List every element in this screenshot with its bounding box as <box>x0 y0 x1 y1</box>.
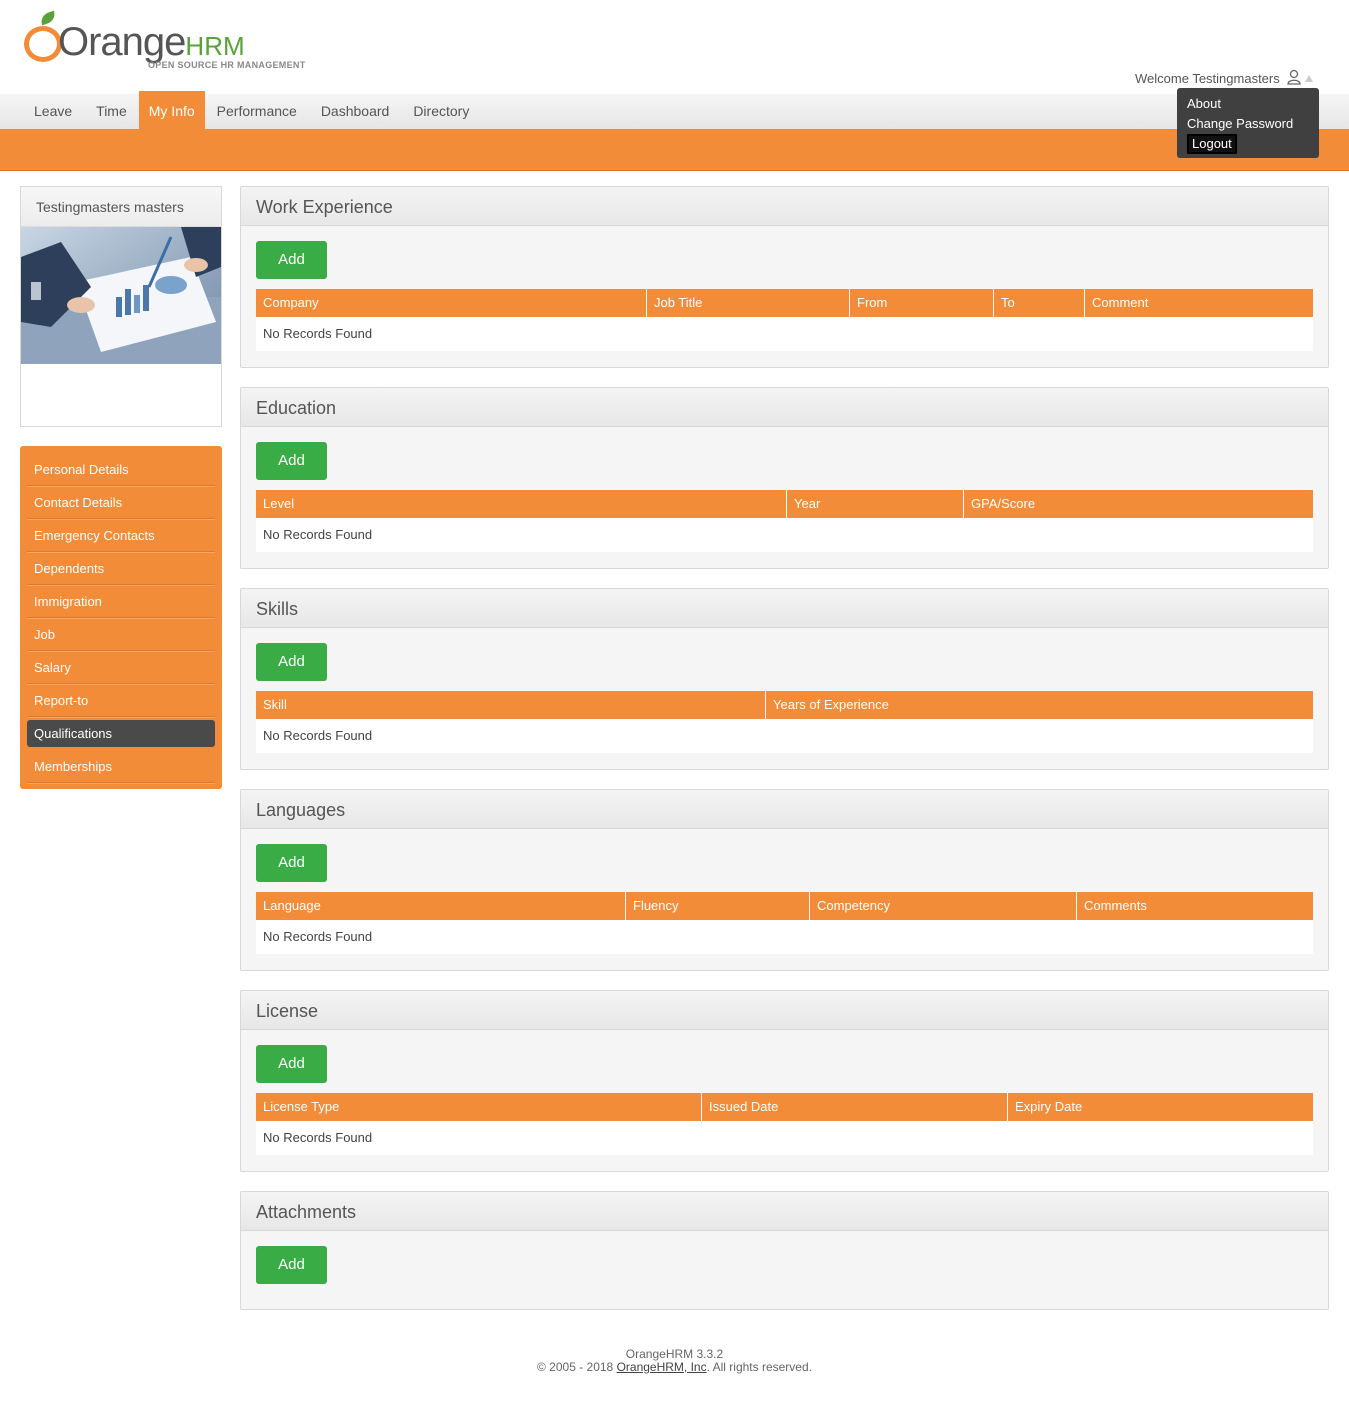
column-header[interactable]: Skill <box>256 691 766 719</box>
user-dropdown-menu: About Change Password Logout <box>1177 88 1319 158</box>
sidenav-contact-details[interactable]: Contact Details <box>27 486 215 519</box>
languages-table: Language Fluency Competency Comments No … <box>256 892 1313 954</box>
leaf-icon <box>38 10 58 26</box>
section-title: Education <box>241 388 1328 427</box>
empty-row: No Records Found <box>256 518 1313 552</box>
skills-section: Skills Add Skill Years of Experience No … <box>240 588 1329 770</box>
empty-row: No Records Found <box>256 719 1313 753</box>
languages-section: Languages Add Language Fluency Competenc… <box>240 789 1329 971</box>
column-header[interactable]: Level <box>256 490 787 518</box>
column-header[interactable]: Comments <box>1077 892 1313 920</box>
employee-name: Testingmasters masters <box>21 187 221 227</box>
work-experience-section: Work Experience Add Company Job Title Fr… <box>240 186 1329 368</box>
orange-logo-icon <box>24 26 62 62</box>
welcome-link[interactable]: Welcome Testingmasters <box>1135 71 1280 86</box>
column-header[interactable]: Expiry Date <box>1008 1093 1313 1121</box>
menu-sub-band <box>0 129 1349 171</box>
add-work-experience-button[interactable]: Add <box>256 241 327 279</box>
section-title: Skills <box>241 589 1328 628</box>
license-section: License Add License Type Issued Date Exp… <box>240 990 1329 1172</box>
section-title: Attachments <box>241 1192 1328 1231</box>
column-header[interactable]: GPA/Score <box>964 490 1313 518</box>
sidenav-job[interactable]: Job <box>27 618 215 651</box>
footer-copyright: © 2005 - 2018 <box>537 1360 617 1374</box>
skills-table: Skill Years of Experience No Records Fou… <box>256 691 1313 753</box>
add-language-button[interactable]: Add <box>256 844 327 882</box>
logo-main-text: Orange <box>58 20 186 64</box>
sidenav-salary[interactable]: Salary <box>27 651 215 684</box>
column-header[interactable]: Year <box>787 490 964 518</box>
education-section: Education Add Level Year GPA/Score No Re… <box>240 387 1329 569</box>
main-menu: Leave Time My Info Performance Dashboard… <box>0 91 1349 129</box>
table-header: Level Year GPA/Score <box>256 490 1313 518</box>
license-table: License Type Issued Date Expiry Date No … <box>256 1093 1313 1155</box>
about-link[interactable]: About <box>1187 94 1309 114</box>
column-header[interactable]: From <box>850 289 994 317</box>
menu-directory[interactable]: Directory <box>401 94 481 129</box>
logo-hrm-text: HRM <box>185 31 245 61</box>
table-header: Language Fluency Competency Comments <box>256 892 1313 920</box>
column-header[interactable]: Comment <box>1085 289 1313 317</box>
column-header[interactable]: Issued Date <box>702 1093 1008 1121</box>
add-license-button[interactable]: Add <box>256 1045 327 1083</box>
sidenav-memberships[interactable]: Memberships <box>27 750 215 783</box>
sidenav-personal-details[interactable]: Personal Details <box>27 453 215 486</box>
orangehrm-logo: OrangeHRM OPEN SOURCE HR MANAGEMENT <box>24 10 314 72</box>
column-header[interactable]: Years of Experience <box>766 691 1313 719</box>
work-experience-table: Company Job Title From To Comment No Rec… <box>256 289 1313 351</box>
section-title: License <box>241 991 1328 1030</box>
logout-link[interactable]: Logout <box>1187 134 1237 154</box>
business-photo-image <box>21 227 221 364</box>
change-password-link[interactable]: Change Password <box>1187 114 1309 134</box>
column-header[interactable]: Competency <box>810 892 1077 920</box>
empty-row: No Records Found <box>256 317 1313 351</box>
column-header[interactable]: Language <box>256 892 626 920</box>
column-header[interactable]: Job Title <box>647 289 850 317</box>
add-skill-button[interactable]: Add <box>256 643 327 681</box>
menu-time[interactable]: Time <box>84 94 139 129</box>
column-header[interactable]: Company <box>256 289 647 317</box>
footer-company-link[interactable]: OrangeHRM, Inc <box>617 1360 707 1374</box>
attachments-section: Attachments Add <box>240 1191 1329 1310</box>
add-education-button[interactable]: Add <box>256 442 327 480</box>
footer-rights: . All rights reserved. <box>706 1360 812 1374</box>
caret-up-icon <box>1305 75 1313 82</box>
profile-card: Testingmasters masters <box>20 186 222 427</box>
menu-dashboard[interactable]: Dashboard <box>309 94 402 129</box>
profile-photo[interactable] <box>21 227 221 364</box>
table-header: License Type Issued Date Expiry Date <box>256 1093 1313 1121</box>
menu-leave[interactable]: Leave <box>22 94 84 129</box>
table-header: Skill Years of Experience <box>256 691 1313 719</box>
sidenav-qualifications[interactable]: Qualifications <box>27 720 215 747</box>
table-header: Company Job Title From To Comment <box>256 289 1313 317</box>
menu-performance[interactable]: Performance <box>205 94 309 129</box>
user-icon[interactable] <box>1286 69 1302 85</box>
add-attachment-button[interactable]: Add <box>256 1246 327 1284</box>
employee-sidenav: Personal Details Contact Details Emergen… <box>20 446 222 789</box>
section-title: Languages <box>241 790 1328 829</box>
sidenav-dependents[interactable]: Dependents <box>27 552 215 585</box>
empty-row: No Records Found <box>256 1121 1313 1155</box>
empty-row: No Records Found <box>256 920 1313 954</box>
sidenav-immigration[interactable]: Immigration <box>27 585 215 618</box>
column-header[interactable]: License Type <box>256 1093 702 1121</box>
footer: OrangeHRM 3.3.2 © 2005 - 2018 OrangeHRM,… <box>0 1348 1349 1374</box>
section-title: Work Experience <box>241 187 1328 226</box>
column-header[interactable]: To <box>994 289 1085 317</box>
sidenav-emergency-contacts[interactable]: Emergency Contacts <box>27 519 215 552</box>
sidenav-report-to[interactable]: Report-to <box>27 684 215 717</box>
column-header[interactable]: Fluency <box>626 892 810 920</box>
logo-tagline: OPEN SOURCE HR MANAGEMENT <box>148 60 306 70</box>
education-table: Level Year GPA/Score No Records Found <box>256 490 1313 552</box>
menu-my-info[interactable]: My Info <box>138 91 205 129</box>
